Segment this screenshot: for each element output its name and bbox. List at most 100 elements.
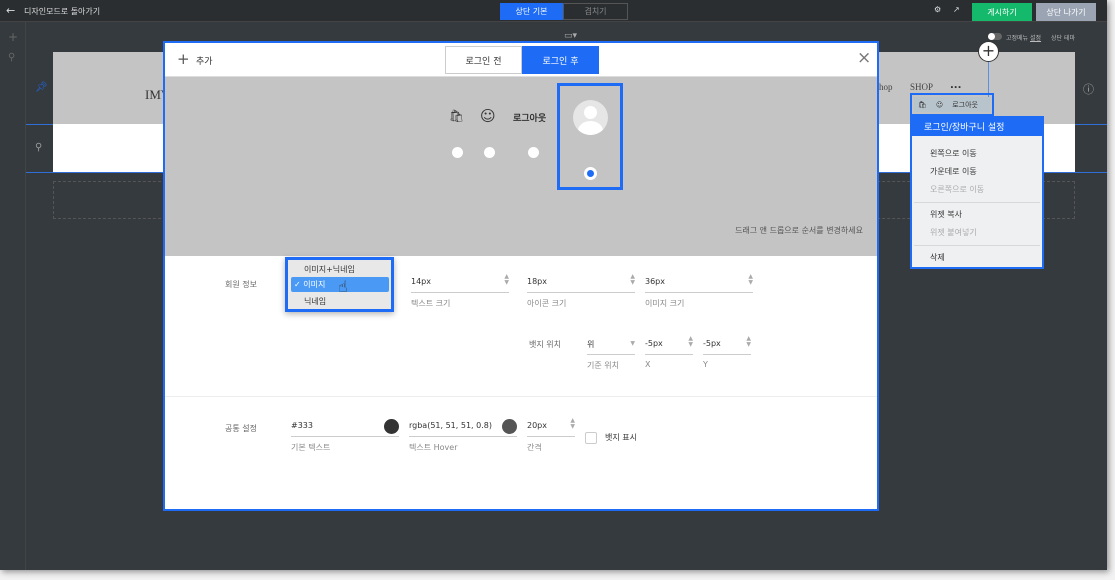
radio[interactable]: [452, 147, 463, 158]
color-swatch[interactable]: [384, 419, 399, 434]
publish-button[interactable]: 게시하기: [972, 3, 1032, 21]
left-rail: + ⚲: [0, 22, 26, 570]
stepper-icon[interactable]: ▲ ▼: [688, 336, 693, 348]
add-button[interactable]: 추가: [196, 54, 213, 67]
back-arrow-icon[interactable]: ←: [6, 4, 15, 17]
badge-position-label: 뱃지 위치: [529, 340, 561, 349]
hand-cursor-icon: ☝: [338, 277, 348, 296]
option-label: 이미지: [303, 280, 326, 289]
member-info-label: 회원 정보: [225, 280, 257, 289]
nav-more[interactable]: ...: [950, 80, 961, 91]
base-text-color-field[interactable]: #333 기본 텍스트: [291, 417, 399, 453]
badge-x-input[interactable]: -5px: [645, 335, 693, 355]
badge-show-checkbox[interactable]: [585, 432, 597, 444]
stepper-icon[interactable]: ▲ ▼: [630, 274, 635, 286]
tab-overlap[interactable]: 겹치기: [563, 3, 628, 20]
field-label: 기본 텍스트: [291, 443, 331, 452]
login-cart-widget[interactable]: 🛍︎ ☺ 로그아웃: [910, 93, 994, 116]
menu-item-move-left[interactable]: 왼쪽으로 이동: [930, 148, 977, 159]
tab-before-login[interactable]: 로그인 전: [445, 46, 522, 74]
option-nickname[interactable]: 닉네임: [304, 296, 326, 307]
top-bar: ← 디자인모드로 돌아가기 상단 기본 겹치기 ⚙ ↗ 게시하기 상단 나가기: [0, 0, 1107, 22]
option-image-nickname[interactable]: 이미지+닉네임: [304, 264, 355, 275]
preview-logout-text[interactable]: 로그아웃: [513, 111, 546, 124]
stepper-icon[interactable]: ▲ ▼: [504, 274, 509, 286]
common-settings-label: 공통 설정: [225, 424, 257, 433]
radio-selected[interactable]: [584, 167, 597, 180]
field-label: 간격: [527, 443, 542, 452]
tab-basic[interactable]: 상단 기본: [500, 3, 563, 20]
base-text-color-input[interactable]: #333: [291, 417, 399, 437]
menu-item-delete[interactable]: 삭제: [930, 252, 945, 263]
text-size-input[interactable]: 14px: [411, 273, 509, 293]
stepper-icon[interactable]: ▲ ▼: [746, 336, 751, 348]
stepper-icon[interactable]: ▲ ▼: [748, 274, 753, 286]
radio[interactable]: [484, 147, 495, 158]
hover-text-color-field[interactable]: rgba(51, 51, 51, 0.8) 텍스트 Hover: [409, 417, 517, 453]
top-theme-link[interactable]: 상단 테마: [1051, 33, 1075, 42]
login-settings-modal: + 추가 로그인 전 로그인 후 × 🛍︎ ☺ 로그아웃 드래그 앤 드롭으로 …: [163, 41, 879, 511]
exit-top-button[interactable]: 상단 나가기: [1036, 3, 1096, 21]
field-label: X: [645, 360, 651, 369]
gap-field[interactable]: 20px ▲ ▼ 간격: [527, 417, 575, 453]
badge-y-input[interactable]: -5px: [703, 335, 751, 355]
badge-x-field[interactable]: -5px ▲ ▼ X: [645, 335, 693, 369]
close-icon[interactable]: ×: [857, 48, 871, 68]
fixed-menu-setting-link[interactable]: 설정: [1030, 33, 1041, 42]
field-label: 이미지 크기: [645, 299, 685, 308]
chevron-down-icon[interactable]: ▼: [630, 341, 635, 347]
icon-size-field[interactable]: 18px ▲ ▼ 아이콘 크기: [527, 273, 635, 309]
avatar-item-selected[interactable]: [557, 83, 623, 190]
drag-hint: 드래그 앤 드롭으로 순서를 변경하세요: [735, 226, 863, 235]
nav-item[interactable]: hop: [879, 82, 893, 92]
badge-show-label[interactable]: 뱃지 표시: [605, 432, 637, 443]
image-size-input[interactable]: 36px: [645, 273, 753, 293]
menu-separator: [914, 202, 1040, 203]
pin-icon[interactable]: ⚲: [35, 142, 42, 153]
editor-window: ← 디자인모드로 돌아가기 상단 기본 겹치기 ⚙ ↗ 게시하기 상단 나가기 …: [0, 0, 1107, 570]
pin-icon[interactable]: ⚲: [8, 52, 15, 63]
menu-separator: [914, 245, 1040, 246]
badge-y-field[interactable]: -5px ▲ ▼ Y: [703, 335, 751, 369]
menu-item-paste-widget: 위젯 붙여넣기: [930, 228, 977, 237]
member-info-dropdown[interactable]: 이미지+닉네임 ✓ 이미지 닉네임 ☝: [285, 257, 394, 312]
tab-after-login[interactable]: 로그인 후: [522, 46, 599, 74]
color-swatch[interactable]: [502, 419, 517, 434]
menu-item-move-center[interactable]: 가운데로 이동: [930, 166, 977, 177]
fixed-menu-toggle[interactable]: [988, 33, 1002, 40]
add-widget-button[interactable]: +: [978, 41, 999, 62]
field-label: 기준 위치: [587, 361, 619, 370]
device-icon[interactable]: ▭▾: [564, 31, 577, 41]
radio[interactable]: [528, 147, 539, 158]
smile-icon[interactable]: ☺: [480, 107, 496, 125]
shopping-bag-icon: 🛍︎: [918, 100, 927, 109]
field-label: Y: [703, 360, 708, 369]
back-to-design-link[interactable]: 디자인모드로 돌아가기: [24, 6, 100, 17]
hover-text-color-input[interactable]: rgba(51, 51, 51, 0.8): [409, 417, 517, 437]
gear-icon[interactable]: ⚙: [934, 5, 941, 14]
badge-base-select[interactable]: 위 ▼ 기준 위치: [587, 335, 635, 371]
fixed-menu-label: 고정메뉴: [1006, 35, 1029, 42]
menu-item-copy-widget[interactable]: 위젯 복사: [930, 209, 962, 220]
badge-base-value[interactable]: 위: [587, 335, 635, 355]
shopping-bag-icon[interactable]: 🛍︎: [449, 109, 464, 123]
nav-item-shop[interactable]: SHOP: [910, 82, 933, 92]
image-size-field[interactable]: 36px ▲ ▼ 이미지 크기: [645, 273, 753, 309]
gap-input[interactable]: 20px: [527, 417, 575, 437]
plus-icon[interactable]: +: [177, 50, 190, 68]
field-label: 텍스트 크기: [411, 299, 451, 308]
menu-title-login-cart-settings[interactable]: 로그인/장바구니 설정: [910, 116, 1044, 136]
plus-icon[interactable]: +: [8, 30, 18, 44]
pin-icon[interactable]: 📌︎: [35, 82, 48, 93]
context-menu: 로그인/장바구니 설정 왼쪽으로 이동 가운데로 이동 오른쪽으로 이동 위젯 …: [910, 116, 1044, 269]
text-size-field[interactable]: 14px ▲ ▼ 텍스트 크기: [411, 273, 509, 309]
stepper-icon[interactable]: ▲ ▼: [570, 418, 575, 430]
info-icon[interactable]: ⓘ: [1083, 81, 1094, 97]
menu-item-move-right: 오른쪽으로 이동: [930, 185, 985, 194]
external-link-icon[interactable]: ↗: [953, 5, 960, 14]
modal-header: + 추가 로그인 전 로그인 후 ×: [165, 43, 877, 77]
field-label: 아이콘 크기: [527, 299, 567, 308]
icon-size-input[interactable]: 18px: [527, 273, 635, 293]
avatar-icon: [573, 100, 608, 135]
field-label: 텍스트 Hover: [409, 443, 458, 452]
